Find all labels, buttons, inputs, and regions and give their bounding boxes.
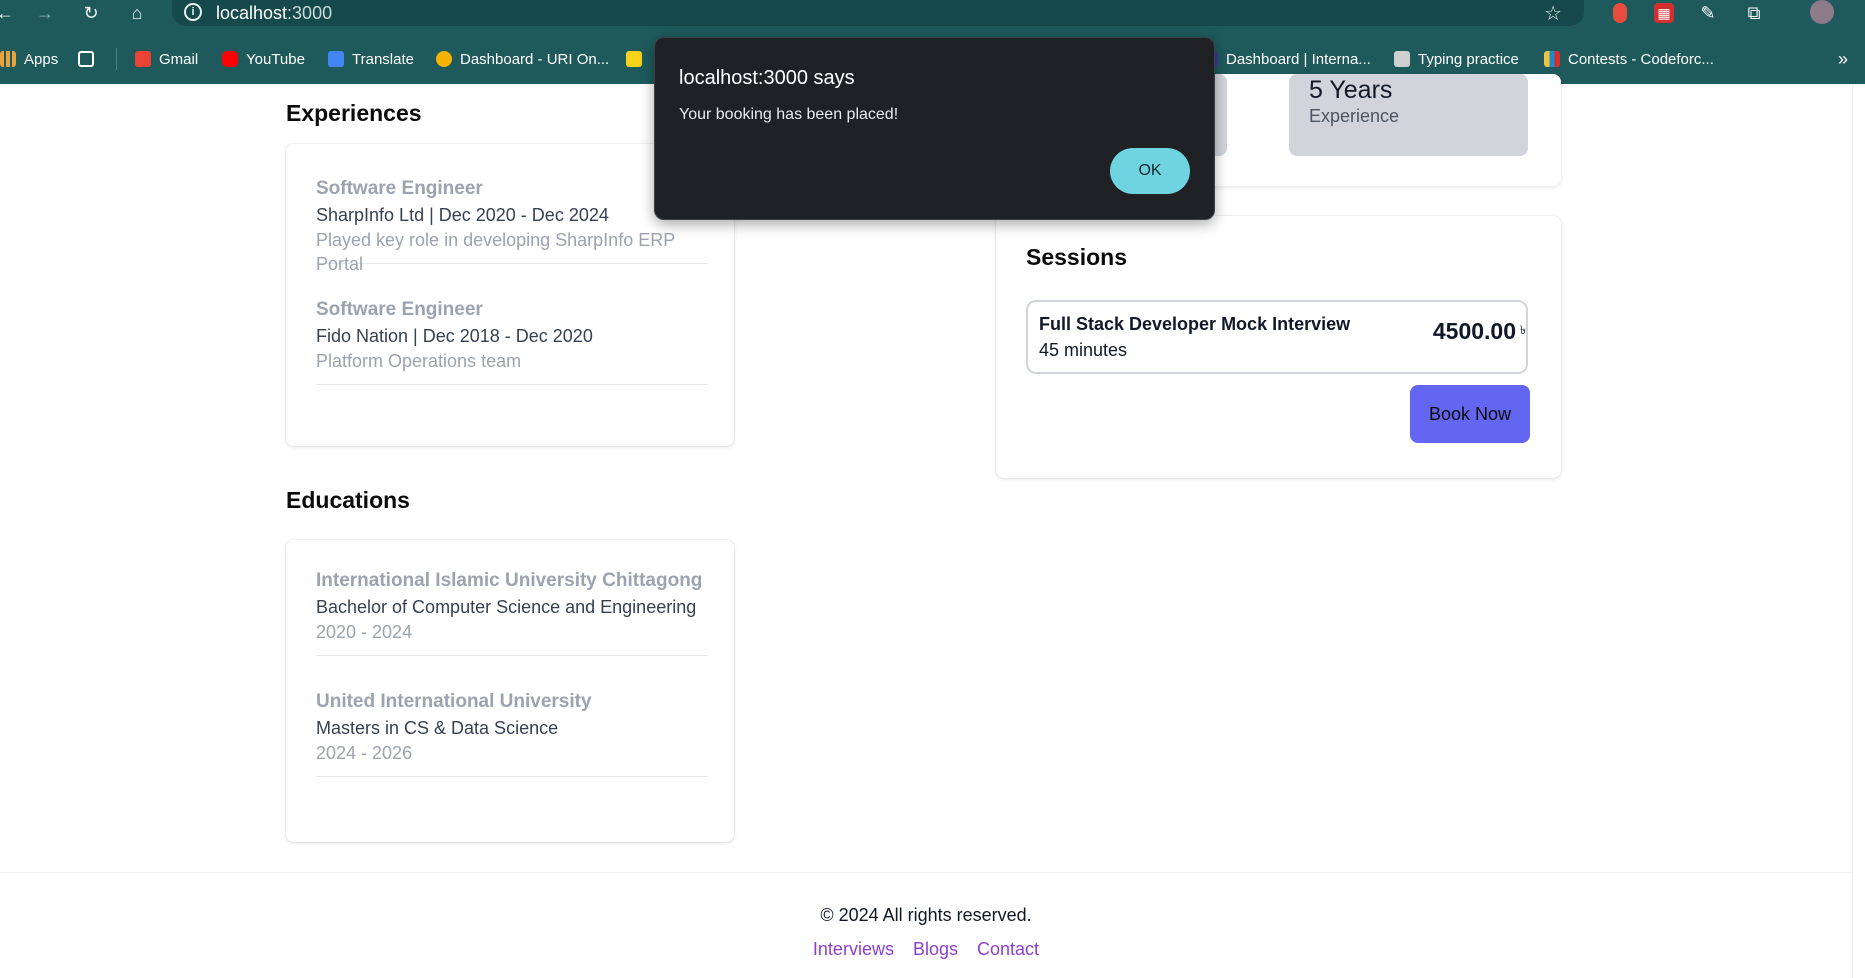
url-text[interactable]: localhost:3000: [216, 2, 332, 24]
stat-box-experience: 5 Years Experience: [1289, 74, 1528, 156]
apps-grid-icon: [0, 51, 16, 67]
experience-role: Software Engineer: [316, 178, 483, 199]
bookmark-uri[interactable]: Dashboard - URI On...: [436, 48, 609, 70]
footer: © 2024 All rights reserved. Interviews B…: [0, 872, 1852, 978]
bookmark-label: Translate: [352, 50, 414, 68]
url-port: :3000: [287, 3, 333, 23]
sessions-title: Sessions: [1026, 244, 1127, 270]
forward-icon[interactable]: →: [34, 2, 56, 24]
footer-copyright: © 2024 All rights reserved.: [820, 905, 1032, 925]
bookmark-tab-groups[interactable]: [78, 48, 94, 70]
experience-years-value: 5 Years: [1309, 76, 1393, 104]
experience-years-label: Experience: [1309, 106, 1400, 126]
youtube-icon: [222, 51, 238, 67]
education-degree: Masters in CS & Data Science: [316, 718, 559, 738]
bookmark-typing[interactable]: Typing practice: [1394, 48, 1519, 70]
gmail-icon: [135, 51, 151, 67]
bookmark-label: Dashboard - URI On...: [460, 50, 610, 68]
experience-company: Fido Nation | Dec 2018 - Dec 2020: [316, 326, 593, 346]
experience-desc: Platform Operations team: [316, 351, 522, 371]
dialog-ok-button[interactable]: OK: [1110, 148, 1190, 194]
bookmark-star-icon[interactable]: ☆: [1544, 1, 1562, 26]
bookmark-codeforces[interactable]: Contests - Codeforc...: [1544, 48, 1714, 70]
back-icon[interactable]: ←: [0, 2, 16, 24]
alert-dialog: localhost:3000 says Your booking has bee…: [654, 37, 1215, 220]
bookmark-label: Gmail: [159, 50, 199, 68]
experiences-title: Experiences: [286, 100, 422, 126]
session-duration: 45 minutes: [1039, 340, 1128, 360]
bookmark-label: Apps: [24, 50, 59, 68]
bookmark-label: Dashboard | Interna...: [1226, 50, 1371, 68]
profile-avatar[interactable]: [1810, 0, 1834, 24]
experience-item: Software Engineer SharpInfo Ltd | Dec 20…: [316, 176, 708, 274]
dialog-title: localhost:3000 says: [679, 67, 855, 89]
session-price: 4500.00: [1432, 318, 1516, 344]
currency-symbol: ৳: [1520, 323, 1526, 337]
footer-link-blogs[interactable]: Blogs: [913, 939, 958, 959]
education-school: International Islamic University Chittag…: [316, 570, 703, 591]
experience-company: SharpInfo Ltd | Dec 2020 - Dec 2024: [316, 205, 609, 225]
footer-link-interviews[interactable]: Interviews: [813, 939, 894, 959]
extension-mendeley-icon[interactable]: ▦: [1654, 3, 1674, 23]
educations-title: Educations: [286, 487, 410, 513]
bookmark-label: Contests - Codeforc...: [1568, 50, 1714, 68]
reload-icon[interactable]: ↻: [80, 2, 102, 24]
uri-icon: [436, 51, 452, 67]
educations-card: International Islamic University Chittag…: [286, 540, 734, 842]
education-item: United International University Masters …: [316, 689, 708, 777]
pencil-bookmark-icon: [626, 51, 642, 67]
site-info-icon[interactable]: i: [184, 3, 202, 21]
session-item[interactable]: Full Stack Developer Mock Interview 45 m…: [1026, 300, 1528, 374]
bookmark-youtube[interactable]: YouTube: [222, 48, 305, 70]
tab-groups-icon: [78, 51, 94, 67]
footer-links: Interviews Blogs Contact: [0, 939, 1852, 960]
book-now-button[interactable]: Book Now: [1410, 385, 1530, 443]
extension-record-icon[interactable]: [1613, 3, 1627, 23]
url-host: localhost: [216, 3, 288, 23]
dialog-message: Your booking has been placed!: [679, 106, 899, 123]
extension-eyedropper-icon[interactable]: ✎: [1698, 3, 1718, 23]
education-years: 2024 - 2026: [316, 743, 413, 763]
education-years: 2020 - 2024: [316, 622, 413, 642]
education-school: United International University: [316, 691, 592, 712]
bookmark-label: Typing practice: [1418, 50, 1519, 68]
bookmark-label: YouTube: [246, 50, 305, 68]
experience-role: Software Engineer: [316, 299, 483, 320]
address-row: ← → ↻ ⌂ i localhost:3000 ☆ ▦ ✎ ⧉: [0, 0, 1865, 28]
sessions-card: Sessions Full Stack Developer Mock Inter…: [996, 216, 1561, 478]
more-bookmarks-icon[interactable]: »: [1838, 48, 1848, 70]
address-bar[interactable]: i localhost:3000 ☆: [172, 0, 1584, 26]
bookmark-pencil[interactable]: [626, 48, 642, 70]
home-icon[interactable]: ⌂: [126, 2, 148, 24]
scrollbar-track[interactable]: [1852, 84, 1865, 978]
education-degree: Bachelor of Computer Science and Enginee…: [316, 597, 697, 617]
extensions-puzzle-icon[interactable]: ⧉: [1744, 3, 1764, 23]
education-item: International Islamic University Chittag…: [316, 568, 708, 656]
bookmark-dashboard-interna[interactable]: Dashboard | Interna...: [1210, 48, 1371, 70]
translate-icon: [328, 51, 344, 67]
bookmark-apps[interactable]: Apps: [0, 48, 58, 70]
session-name: Full Stack Developer Mock Interview: [1039, 314, 1351, 334]
bookmark-gmail[interactable]: Gmail: [116, 48, 198, 70]
codeforces-icon: [1544, 51, 1560, 67]
bookmark-translate[interactable]: Translate: [328, 48, 414, 70]
footer-link-contact[interactable]: Contact: [977, 939, 1039, 959]
experience-item: Software Engineer Fido Nation | Dec 2018…: [316, 297, 708, 385]
typing-icon: [1394, 51, 1410, 67]
experience-desc: Played key role in developing SharpInfo …: [316, 230, 675, 274]
